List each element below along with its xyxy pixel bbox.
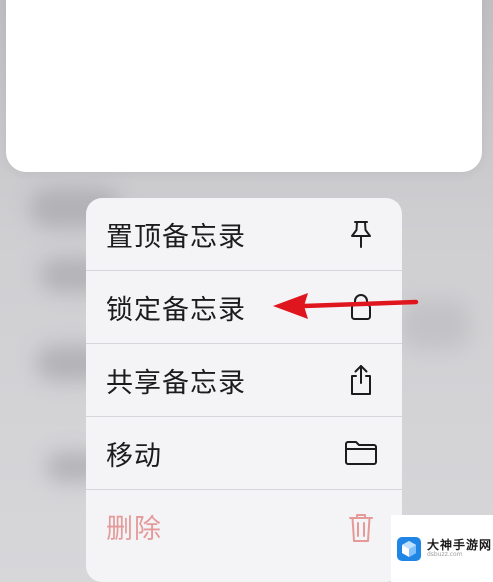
menu-item-move-note[interactable]: 移动 (86, 417, 402, 490)
watermark-title: 大神手游网 (427, 537, 493, 552)
cube-logo-icon (397, 536, 421, 561)
menu-item-pin-note[interactable]: 置顶备忘录 (86, 198, 402, 271)
menu-item-label: 删除 (106, 514, 162, 545)
menu-item-label: 锁定备忘录 (106, 294, 246, 326)
pin-icon (344, 217, 378, 251)
folder-icon (344, 436, 378, 470)
arrow-head (273, 293, 308, 319)
site-watermark: 大神手游网 dsbuzz.com (391, 515, 493, 582)
menu-item-label: 移动 (106, 440, 162, 472)
menu-item-share-note[interactable]: 共享备忘录 (86, 344, 402, 417)
share-icon (344, 363, 378, 397)
red-annotation-arrow (273, 293, 419, 319)
watermark-url: dsbuzz.com (427, 550, 463, 558)
menu-item-label: 共享备忘录 (106, 367, 246, 399)
context-menu: 置顶备忘录 锁定备忘录 共享备忘录 移动 删除 (86, 198, 402, 582)
menu-item-label: 置顶备忘录 (106, 221, 246, 253)
arrow-shaft (301, 299, 419, 309)
trash-icon (344, 510, 378, 544)
menu-item-delete-note[interactable]: 删除 (86, 490, 402, 563)
note-preview-card[interactable] (6, 0, 482, 172)
